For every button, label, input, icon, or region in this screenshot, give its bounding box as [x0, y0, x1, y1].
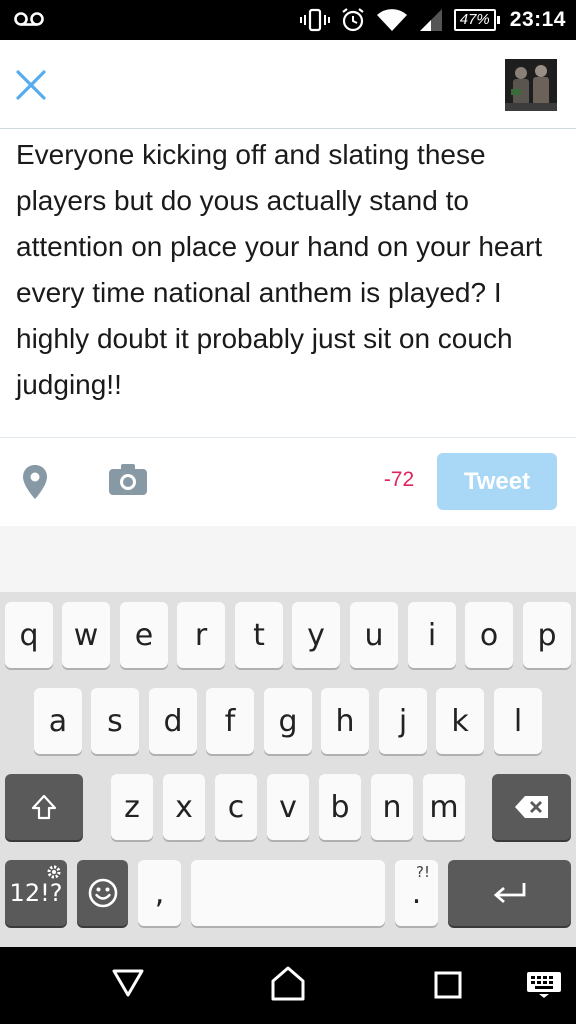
backspace-key[interactable] — [492, 774, 571, 840]
key-i[interactable]: i — [408, 602, 456, 668]
key-l[interactable]: l — [494, 688, 542, 754]
cell-signal-icon — [419, 9, 442, 31]
key-a[interactable]: a — [34, 688, 82, 754]
tweet-button[interactable]: Tweet — [437, 453, 557, 510]
key-b[interactable]: b — [319, 774, 361, 840]
close-icon[interactable] — [14, 68, 48, 102]
symbols-label: 12!? — [9, 879, 63, 907]
period-key[interactable]: . ?! — [395, 860, 438, 926]
compose-header — [0, 40, 576, 129]
soft-keyboard: q w e r t y u i o p a s d f g h j k l z … — [0, 592, 576, 947]
enter-icon — [493, 883, 525, 904]
key-t[interactable]: t — [235, 602, 283, 668]
camera-icon[interactable] — [108, 462, 148, 496]
key-c[interactable]: c — [215, 774, 257, 840]
status-bar: 47% 23:14 — [0, 0, 576, 40]
shift-key[interactable] — [5, 774, 83, 840]
character-counter: -72 — [383, 468, 415, 491]
key-f[interactable]: f — [206, 688, 254, 754]
enter-key[interactable] — [448, 860, 571, 926]
key-p[interactable]: p — [523, 602, 571, 668]
key-h[interactable]: h — [321, 688, 369, 754]
key-g[interactable]: g — [264, 688, 312, 754]
profile-avatar[interactable] — [505, 59, 557, 111]
alarm-icon — [342, 8, 364, 32]
emoji-key[interactable] — [77, 860, 128, 926]
key-j[interactable]: j — [379, 688, 427, 754]
key-y[interactable]: y — [292, 602, 340, 668]
space-key[interactable] — [191, 860, 385, 926]
clock: 23:14 — [509, 8, 566, 31]
home-icon[interactable] — [270, 965, 306, 1003]
voicemail-icon — [14, 12, 44, 26]
keyboard-switch-icon[interactable] — [526, 971, 562, 999]
key-o[interactable]: o — [465, 602, 513, 668]
key-w[interactable]: w — [62, 602, 110, 668]
content-spacer — [0, 526, 576, 592]
key-e[interactable]: e — [120, 602, 168, 668]
key-x[interactable]: x — [163, 774, 205, 840]
key-m[interactable]: m — [423, 774, 465, 840]
comma-key[interactable]: , — [138, 860, 181, 926]
navigation-bar — [0, 947, 576, 1024]
symbols-key[interactable]: 12!? — [5, 860, 67, 926]
key-v[interactable]: v — [267, 774, 309, 840]
location-pin-icon[interactable] — [22, 464, 48, 500]
backspace-icon — [514, 796, 548, 818]
key-u[interactable]: u — [350, 602, 398, 668]
key-r[interactable]: r — [177, 602, 225, 668]
wifi-icon — [376, 9, 407, 31]
period-hint: ?! — [416, 863, 430, 881]
key-z[interactable]: z — [111, 774, 153, 840]
back-icon[interactable] — [110, 965, 146, 1001]
battery-indicator: 47% — [453, 9, 500, 31]
compose-toolbar: -72 Tweet — [0, 438, 576, 526]
tweet-text-area[interactable]: Everyone kicking off and slating these p… — [16, 132, 560, 408]
key-d[interactable]: d — [149, 688, 197, 754]
key-s[interactable]: s — [91, 688, 139, 754]
key-k[interactable]: k — [436, 688, 484, 754]
shift-icon — [31, 794, 57, 820]
settings-gear-icon — [47, 865, 61, 879]
recents-icon[interactable] — [432, 969, 464, 1001]
key-q[interactable]: q — [5, 602, 53, 668]
vibrate-icon — [299, 8, 330, 32]
battery-percent: 47% — [453, 9, 496, 31]
emoji-icon — [88, 878, 117, 908]
key-n[interactable]: n — [371, 774, 413, 840]
